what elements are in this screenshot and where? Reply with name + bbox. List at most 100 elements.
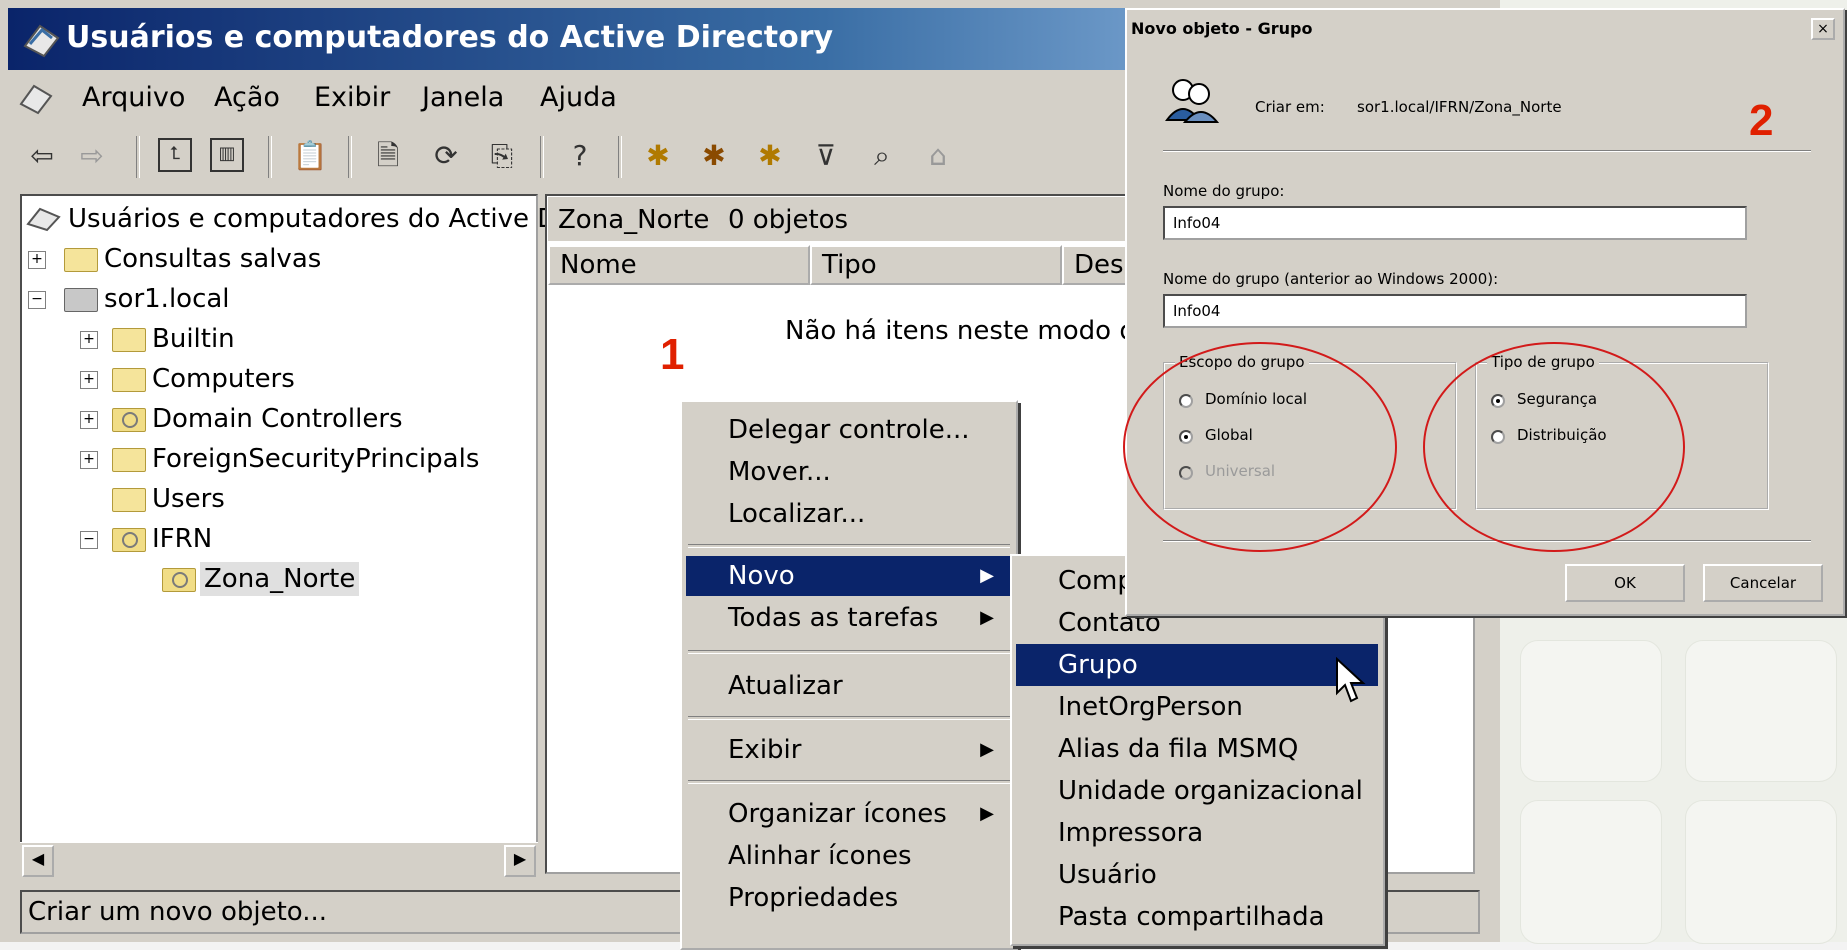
group-icon [1165, 79, 1219, 123]
toolbar-separator [136, 136, 140, 178]
tree-item-label: Zona_Norte [200, 562, 360, 596]
menu-item-atualizar[interactable]: Atualizar [686, 666, 1012, 706]
folder-icon [112, 368, 146, 392]
menu-item-propriedades[interactable]: Propriedades [686, 878, 1012, 918]
tree-pane[interactable]: Usuários e computadores do Active Di + C… [20, 194, 564, 874]
empty-list-message: Não há itens neste modo de [785, 316, 1152, 346]
expand-icon[interactable]: + [28, 251, 46, 269]
new-user-icon[interactable]: ✱ [640, 138, 676, 174]
tree-item-label: Users [152, 484, 225, 514]
submenu-arrow-icon: ▶ [980, 607, 994, 628]
tree-item-sor1-local[interactable]: − sor1.local [22, 282, 522, 316]
tree-item-label: Domain Controllers [152, 404, 403, 434]
tree-item-label: ForeignSecurityPrincipals [152, 444, 480, 474]
up-folder-icon[interactable]: ⮤ [158, 138, 192, 172]
properties-icon[interactable]: 🗎 [370, 138, 406, 174]
tree-horizontal-scrollbar[interactable]: ◀ ▶ [20, 842, 538, 877]
menu-item-localizar[interactable]: Localizar... [686, 494, 1012, 534]
group-name-input[interactable]: Info04 [1163, 206, 1747, 240]
cancel-button[interactable]: Cancelar [1703, 564, 1823, 602]
menu-item-exibir[interactable]: Exibir ▶ [686, 730, 1012, 770]
refresh-icon[interactable]: ⟳ [428, 138, 464, 174]
add-to-group-icon[interactable]: ⌂ [920, 138, 956, 174]
tree-item-label: Computers [152, 364, 295, 394]
create-in-label: Criar em: [1255, 98, 1325, 116]
toolbar-separator [618, 136, 622, 178]
create-in-value: sor1.local/IFRN/Zona_Norte [1357, 98, 1562, 116]
toolbar-separator [348, 136, 352, 178]
menu-separator [688, 716, 1010, 720]
submenu-item-grupo[interactable]: Grupo [1016, 644, 1378, 686]
submenu-item-pasta-compartilhada[interactable]: Pasta compartilhada [1016, 896, 1378, 938]
menu-item-novo[interactable]: Novo ▶ [686, 556, 1012, 596]
menu-item-alinhar-icones[interactable]: Alinhar ícones [686, 836, 1012, 876]
tree-item-users[interactable]: Users [22, 482, 522, 516]
menu-acao[interactable]: Ação [214, 82, 280, 113]
expand-icon[interactable]: + [80, 371, 98, 389]
menu-item-label: Organizar ícones [728, 799, 947, 829]
tree-item-computers[interactable]: + Computers [22, 362, 522, 396]
folder-icon [112, 448, 146, 472]
export-icon[interactable]: ⎘ [484, 138, 520, 174]
new-ou-icon[interactable]: ✱ [752, 138, 788, 174]
ou-folder-icon [162, 568, 196, 592]
toolbar-separator [540, 136, 544, 178]
back-icon[interactable]: ⇦ [24, 138, 60, 174]
submenu-item-unidade-organizacional[interactable]: Unidade organizacional [1016, 770, 1378, 812]
filter-icon[interactable]: ⊽ [808, 138, 844, 174]
show-tree-icon[interactable]: ▥ [210, 138, 244, 172]
menu-item-label: Novo [728, 561, 795, 591]
expand-icon[interactable]: + [80, 411, 98, 429]
close-icon[interactable]: × [1811, 18, 1835, 40]
menu-janela[interactable]: Janela [422, 82, 504, 113]
submenu-item-impressora[interactable]: Impressora [1016, 812, 1378, 854]
scroll-right-icon[interactable]: ▶ [504, 845, 536, 877]
tree-item-foreign-security-principals[interactable]: + ForeignSecurityPrincipals [22, 442, 522, 476]
context-menu: Delegar controle... Mover... Localizar..… [680, 400, 1018, 950]
menu-item-todas-as-tarefas[interactable]: Todas as tarefas ▶ [686, 598, 1012, 638]
menu-arquivo[interactable]: Arquivo [82, 82, 185, 113]
tree-item-builtin[interactable]: + Builtin [22, 322, 522, 356]
submenu-arrow-icon: ▶ [980, 565, 994, 586]
ou-folder-icon [112, 408, 146, 432]
menu-item-mover[interactable]: Mover... [686, 452, 1012, 492]
find-icon[interactable]: ⌕ [864, 138, 900, 174]
tree-item-label: sor1.local [104, 284, 230, 314]
ok-button[interactable]: OK [1565, 564, 1685, 602]
tree-root-label: Usuários e computadores do Active Di [68, 204, 565, 234]
menu-item-label: Todas as tarefas [728, 603, 939, 633]
tree-item-ifrn[interactable]: − IFRN [22, 522, 522, 556]
dialog-title: Novo objeto - Grupo [1127, 10, 1843, 48]
expand-icon[interactable]: + [80, 451, 98, 469]
menu-separator [688, 650, 1010, 654]
collapse-icon[interactable]: − [80, 531, 98, 549]
menu-separator [688, 544, 1010, 548]
help-icon[interactable]: ? [562, 138, 598, 174]
column-header-nome[interactable]: Nome [548, 245, 810, 285]
collapse-icon[interactable]: − [28, 291, 46, 309]
expand-icon[interactable]: + [80, 331, 98, 349]
pre2000-name-input[interactable]: Info04 [1163, 294, 1747, 328]
mouse-cursor-icon [1336, 657, 1366, 703]
menu-exibir[interactable]: Exibir [314, 82, 390, 113]
paste-icon[interactable]: 📋 [292, 138, 328, 174]
submenu-item-usuario[interactable]: Usuário [1016, 854, 1378, 896]
new-group-icon[interactable]: ✱ [696, 138, 732, 174]
tree-item-zona-norte[interactable]: Zona_Norte [22, 562, 522, 596]
dialog-separator [1163, 150, 1811, 152]
annotation-ellipse [1423, 342, 1685, 552]
scroll-left-icon[interactable]: ◀ [22, 845, 54, 877]
submenu-item-inetorgperson[interactable]: InetOrgPerson [1016, 686, 1378, 728]
background-tile [1520, 640, 1662, 782]
tree-item-domain-controllers[interactable]: + Domain Controllers [22, 402, 522, 436]
group-name-label: Nome do grupo: [1163, 182, 1285, 200]
column-header-tipo[interactable]: Tipo [810, 245, 1062, 285]
app-menu-icon[interactable] [18, 80, 54, 116]
menu-ajuda[interactable]: Ajuda [540, 82, 617, 113]
menu-item-delegar-controle[interactable]: Delegar controle... [686, 410, 1012, 450]
tree-item-consultas-salvas[interactable]: + Consultas salvas [22, 242, 522, 276]
submenu-item-alias-msmq[interactable]: Alias da fila MSMQ [1016, 728, 1378, 770]
domain-icon [64, 288, 98, 312]
menu-item-organizar-icones[interactable]: Organizar ícones ▶ [686, 794, 1012, 834]
forward-icon[interactable]: ⇨ [74, 138, 110, 174]
